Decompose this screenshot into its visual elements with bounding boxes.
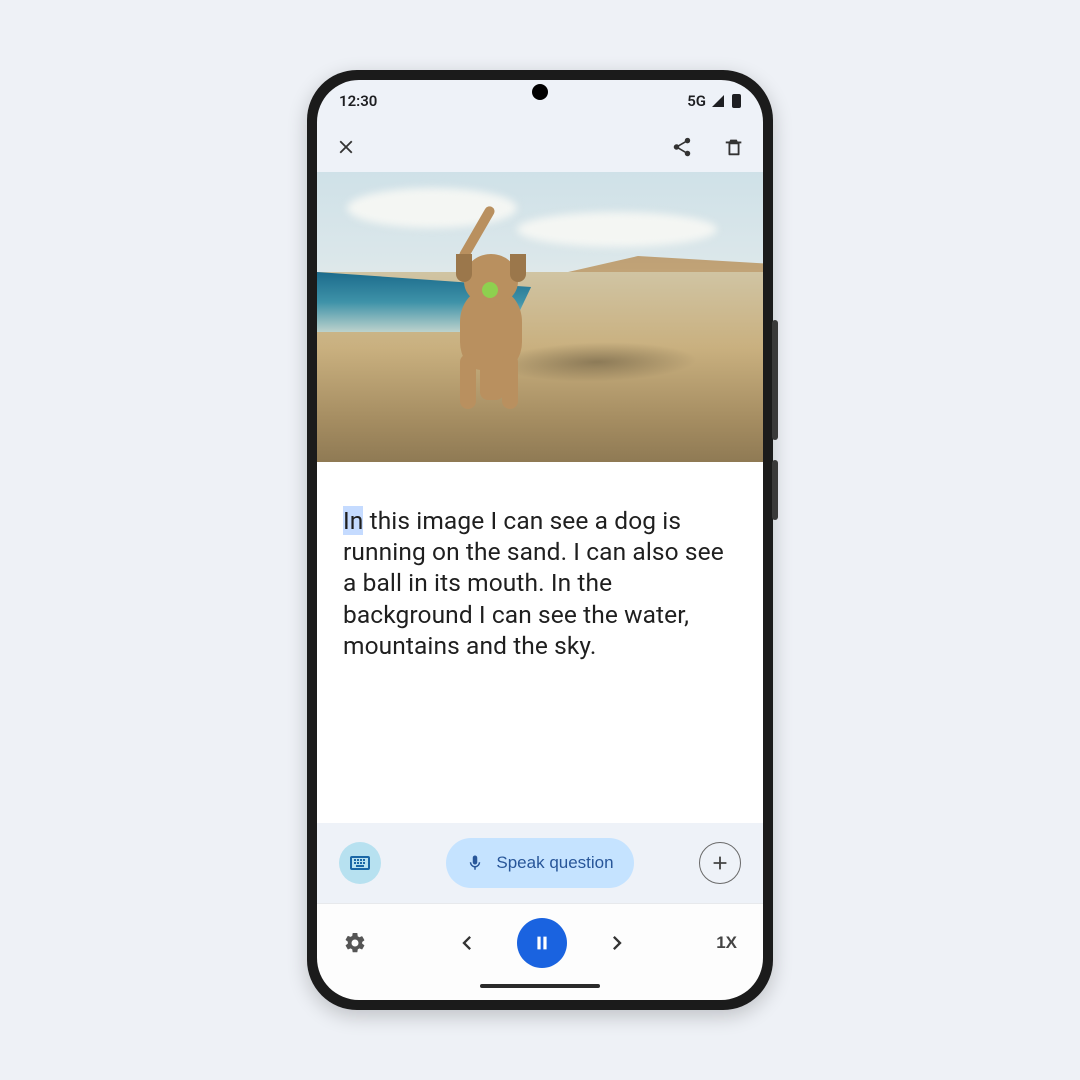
caption-highlighted-word: In (343, 506, 363, 535)
app-bar (317, 122, 763, 172)
gear-icon (343, 931, 367, 955)
playback-speed-button[interactable]: 1X (716, 933, 737, 953)
status-network: 5G (687, 92, 706, 110)
described-image (317, 172, 763, 462)
chevron-left-icon (453, 929, 481, 957)
pause-icon (531, 932, 553, 954)
speak-question-button[interactable]: Speak question (446, 838, 633, 888)
close-button[interactable] (335, 136, 357, 158)
chevron-right-icon (603, 929, 631, 957)
previous-button[interactable] (453, 929, 481, 957)
pause-button[interactable] (517, 918, 567, 968)
status-time: 12:30 (339, 92, 377, 110)
share-button[interactable] (671, 136, 693, 158)
gesture-bar (317, 982, 763, 1000)
keyboard-button[interactable] (339, 842, 381, 884)
phone-frame: 12:30 5G (307, 70, 773, 1010)
signal-icon (712, 95, 724, 107)
caption-rest: this image I can see a dog is running on… (343, 506, 724, 660)
trash-icon (723, 136, 745, 158)
playback-row: 1X (317, 903, 763, 982)
settings-button[interactable] (343, 931, 367, 955)
power-button (772, 460, 778, 520)
delete-button[interactable] (723, 136, 745, 158)
next-button[interactable] (603, 929, 631, 957)
ask-row: Speak question (317, 823, 763, 903)
keyboard-icon (348, 851, 372, 875)
volume-button (772, 320, 778, 440)
caption-area: In this image I can see a dog is running… (317, 462, 763, 823)
close-icon (335, 136, 357, 158)
mic-icon (466, 854, 484, 872)
share-icon (671, 136, 693, 158)
battery-icon (732, 94, 741, 108)
camera-notch (532, 84, 548, 100)
caption-text: In this image I can see a dog is running… (343, 505, 737, 662)
plus-icon (709, 852, 731, 874)
speak-question-label: Speak question (496, 853, 613, 873)
add-button[interactable] (699, 842, 741, 884)
